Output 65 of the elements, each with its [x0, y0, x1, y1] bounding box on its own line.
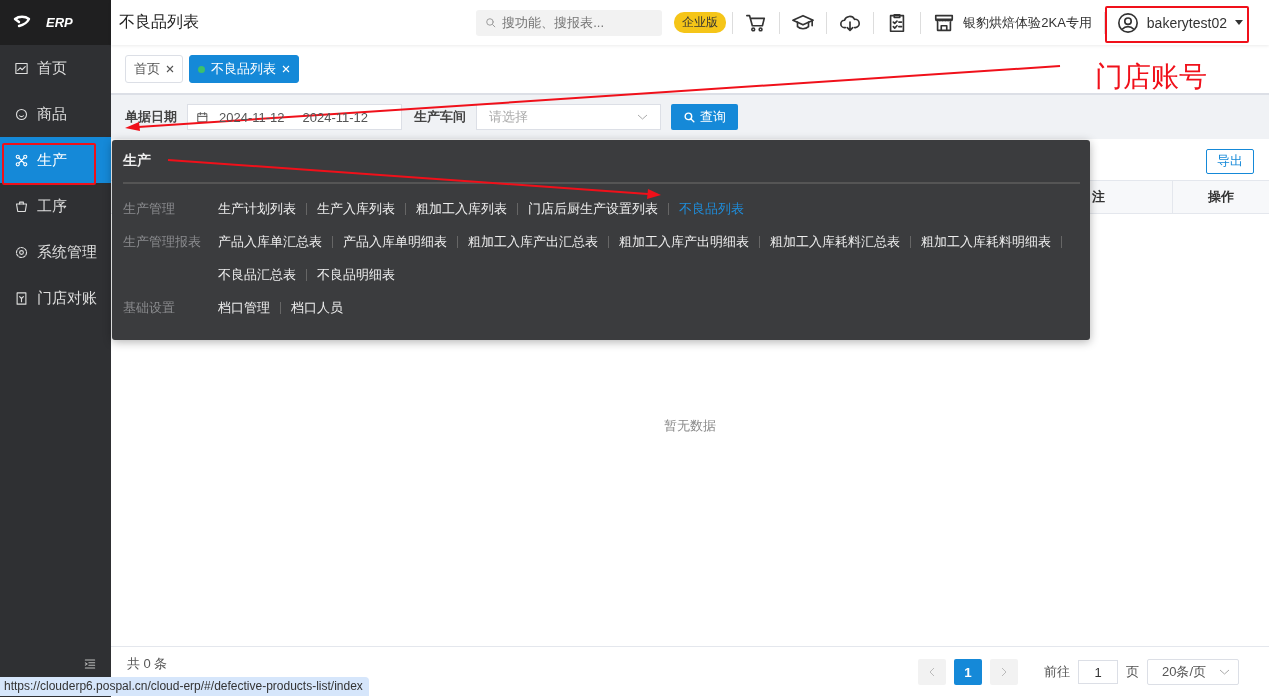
section-label: 基础设置 [123, 299, 176, 317]
menu-link[interactable]: 门店后厨生产设置列表 [528, 192, 658, 225]
sidebar-item[interactable]: 门店对账 [0, 275, 111, 321]
circle-icon [14, 106, 29, 122]
chevron-down-icon [1219, 669, 1230, 675]
network-icon [14, 152, 29, 168]
document-icon [14, 290, 29, 306]
menu-link[interactable]: 粗加工入库列表 [416, 192, 507, 225]
total-count: 共 0 条 [127, 655, 169, 673]
page-title: 不良品列表 [119, 12, 200, 32]
menu-link[interactable]: 粗加工入库耗料明细表 [921, 225, 1051, 258]
popup-title: 生产 [123, 152, 1080, 184]
menu-link[interactable]: 不良品明细表 [317, 258, 395, 291]
search-icon [683, 110, 696, 124]
menu-link[interactable]: 粗加工入库产出汇总表 [468, 225, 598, 258]
chevron-left-icon [929, 667, 935, 677]
status-dot [198, 65, 205, 73]
chart-icon [14, 60, 29, 76]
sidebar-item[interactable]: 生产 [0, 137, 111, 183]
collapse-icon [83, 657, 97, 671]
settings-icon [14, 244, 29, 260]
page-tab[interactable]: 首页 [125, 55, 183, 83]
goto-label: 前往 [1044, 663, 1070, 681]
search-icon [484, 15, 498, 29]
page-tab[interactable]: 不良品列表 [189, 55, 299, 83]
section-label: 生产管理 [123, 200, 176, 218]
chevron-right-icon [1001, 667, 1007, 677]
menu-link[interactable]: 产品入库单汇总表 [218, 225, 322, 258]
menu-link[interactable]: 档口管理 [218, 291, 270, 324]
section-label: 生产管理报表 [123, 233, 202, 251]
status-url: https://clouderp6.pospal.cn/cloud-erp/#/defective-products-list/index [0, 677, 369, 696]
user-icon [1116, 11, 1139, 34]
empty-text: 暂无数据 [664, 417, 716, 435]
search-field[interactable]: 搜功能、搜报表... [476, 9, 663, 36]
page-size-select[interactable]: 20条/页 [1147, 659, 1239, 685]
menu-link[interactable]: 不良品汇总表 [218, 258, 296, 291]
user-menu[interactable]: bakerytest02 [1103, 11, 1257, 34]
menu-link[interactable]: 档口人员 [291, 291, 343, 324]
annotation-label: 门店账号 [1095, 60, 1207, 94]
query-button[interactable]: 查询 [671, 104, 738, 130]
sidebar-item[interactable]: 商品 [0, 91, 111, 137]
column-header: 操作 [1172, 181, 1269, 213]
sidebar-item[interactable]: 工序 [0, 183, 111, 229]
menu-link[interactable]: 产品入库单明细表 [343, 225, 447, 258]
edition-badge: 企业版 [674, 12, 727, 33]
close-icon[interactable] [166, 65, 174, 73]
column-header: 注 [1092, 188, 1106, 206]
store-name: 银豹烘焙体验2KA专用 [963, 13, 1092, 32]
filter-label: 生产车间 [414, 108, 466, 126]
page-unit-label: 页 [1126, 663, 1139, 681]
sidebar-item[interactable]: 首页 [0, 45, 111, 91]
menu-link[interactable]: 生产入库列表 [317, 192, 395, 225]
menu-link[interactable]: 生产计划列表 [218, 192, 296, 225]
chevron-down-icon [637, 114, 648, 120]
menu-link[interactable]: 粗加工入库耗料汇总表 [770, 225, 900, 258]
filter-label: 单据日期 [125, 108, 177, 126]
export-button[interactable]: 导出 [1206, 148, 1254, 174]
sidebar-item[interactable]: 系统管理 [0, 229, 111, 275]
bag-icon [14, 198, 29, 214]
logo-text: ERP [46, 15, 73, 30]
page-number[interactable]: 1 [954, 659, 982, 685]
goto-page-field[interactable]: 1 [1078, 660, 1118, 684]
caret-icon [1235, 20, 1243, 25]
menu-link[interactable]: 粗加工入库产出明细表 [619, 225, 749, 258]
calendar-icon [196, 110, 209, 124]
